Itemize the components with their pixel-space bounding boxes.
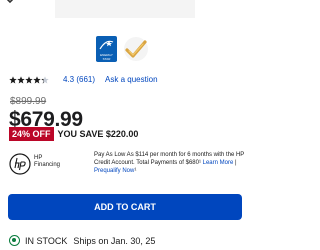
star-icon — [25, 75, 33, 83]
star-icon — [17, 75, 25, 83]
ask-question-link[interactable]: Ask a question — [105, 75, 157, 84]
stock-status: IN STOCK — [25, 235, 68, 246]
in-stock-radio-icon[interactable] — [9, 235, 20, 246]
add-to-cart-button[interactable]: ADD TO CART — [8, 194, 242, 220]
rating-number: 4.3 — [63, 75, 75, 84]
rating-row: 4.3 (661) Ask a question — [9, 75, 158, 84]
financing-offer: HP Financing Pay As Low As $114 per mont… — [9, 150, 245, 186]
was-price: $899.99 — [10, 96, 47, 107]
financing-text: Pay As Low As $114 per month for 6 month… — [94, 152, 246, 175]
star-rating[interactable] — [9, 75, 49, 84]
energy-star-icon: ENERGY STAR — [96, 36, 117, 62]
product-gallery-area: ENERGY STAR — [0, 0, 250, 70]
hp-financing-label: HP Financing — [34, 155, 61, 168]
star-icon — [33, 75, 41, 83]
chevron-down-icon[interactable] — [3, 0, 17, 6]
financing-separator: | — [234, 159, 237, 166]
discount-badge: 24% OFF — [9, 127, 54, 141]
ship-date: Ships on Jan. 30, 25 — [73, 235, 156, 246]
review-count: (661) — [76, 75, 96, 84]
savings-text: YOU SAVE $220.00 — [57, 129, 139, 139]
savings-row: 24% OFF YOU SAVE $220.00 — [9, 127, 138, 141]
certified-badge-icon — [124, 37, 148, 61]
prequalify-footnote: ¹ — [134, 167, 137, 174]
rating-value[interactable]: 4.3 (661) — [63, 75, 95, 84]
certification-badges: ENERGY STAR — [96, 36, 149, 62]
star-icon — [41, 75, 49, 83]
prequalify-link[interactable]: Prequalify Now — [94, 168, 134, 174]
hp-logo-icon — [9, 153, 31, 175]
fulfillment-row: IN STOCK Ships on Jan. 30, 25 — [9, 235, 155, 246]
star-icon — [9, 75, 17, 83]
learn-more-link[interactable]: Learn More — [203, 160, 234, 166]
product-image-edge — [55, 0, 195, 18]
